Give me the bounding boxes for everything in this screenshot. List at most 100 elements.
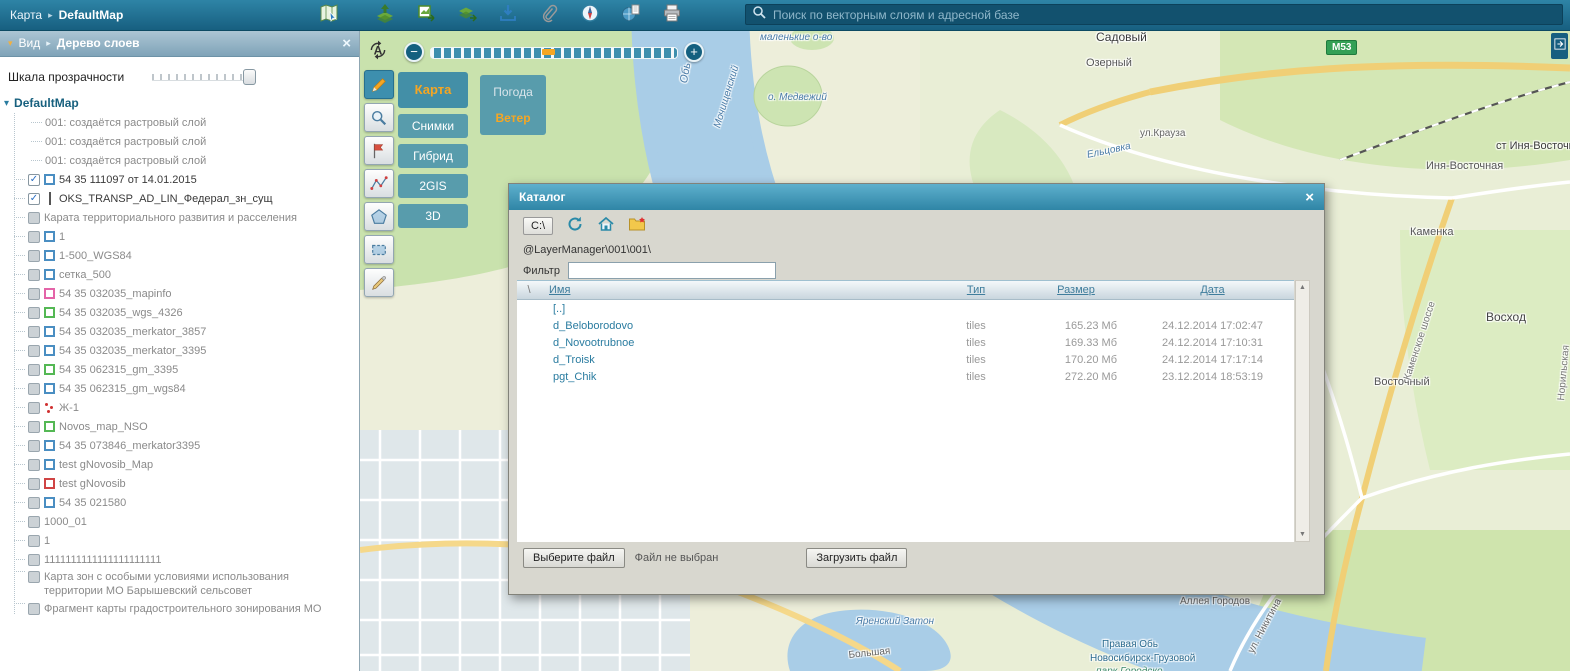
tree-item[interactable]: Карта зон с особыми условиями использова… bbox=[14, 569, 359, 601]
polygon-tool-button[interactable] bbox=[364, 202, 394, 231]
tree-item[interactable]: ✓54 35 111097 от 14.01.2015 bbox=[14, 170, 359, 189]
file-row[interactable]: pgt_Chiktiles272.20 Мб23.12.2014 18:53:1… bbox=[517, 368, 1294, 385]
layer-checkbox[interactable] bbox=[28, 497, 40, 509]
search-input[interactable] bbox=[771, 7, 1556, 23]
upload-file-button[interactable]: Загрузить файл bbox=[806, 548, 907, 568]
layer-checkbox[interactable] bbox=[28, 459, 40, 471]
layer-checkbox[interactable] bbox=[28, 535, 40, 547]
tree-item[interactable]: 001: создаётся растровый слой bbox=[14, 132, 359, 151]
layer-checkbox[interactable] bbox=[28, 478, 40, 490]
tree-item[interactable]: 54 35 062315_gm_wgs84 bbox=[14, 379, 359, 398]
panel-close-button[interactable]: × bbox=[342, 36, 351, 51]
layer-checkbox[interactable] bbox=[28, 571, 40, 583]
tree-item[interactable]: Фрагмент карты градостроительного зониро… bbox=[14, 601, 359, 624]
drive-c-button[interactable]: C:\ bbox=[523, 217, 553, 235]
layer-checkbox[interactable] bbox=[28, 440, 40, 452]
edit-tool-button[interactable] bbox=[364, 70, 394, 99]
slider-handle[interactable] bbox=[243, 69, 256, 85]
tree-item[interactable]: 54 35 062315_gm_3395 bbox=[14, 360, 359, 379]
tree-item[interactable]: Карата территориального развития и рассе… bbox=[14, 208, 359, 227]
transparency-slider[interactable] bbox=[152, 69, 256, 85]
tree-root[interactable]: ▾ DefaultMap bbox=[4, 93, 359, 113]
layer-checkbox[interactable] bbox=[28, 307, 40, 319]
column-date[interactable]: Дата bbox=[1131, 284, 1294, 296]
layer-checkbox[interactable] bbox=[28, 383, 40, 395]
tree-item[interactable]: 54 35 032035_merkator_3857 bbox=[14, 322, 359, 341]
layer-checkbox[interactable] bbox=[28, 250, 40, 262]
panel-toggle-button[interactable] bbox=[1551, 33, 1568, 59]
layer-checkbox[interactable] bbox=[28, 231, 40, 243]
column-name[interactable]: Имя bbox=[541, 284, 931, 296]
zoom-track[interactable] bbox=[430, 47, 678, 59]
overlay-pogoda-button[interactable]: Погода bbox=[480, 79, 546, 105]
layer-checkbox[interactable]: ✓ bbox=[28, 174, 40, 186]
basemap-2gis-button[interactable]: 2GIS bbox=[398, 174, 468, 198]
marker-tool-button[interactable] bbox=[364, 136, 394, 165]
tree-item[interactable]: 1000_01 bbox=[14, 512, 359, 531]
layer-checkbox[interactable] bbox=[28, 364, 40, 376]
layer-checkbox[interactable]: ✓ bbox=[28, 193, 40, 205]
basemap-3d-button[interactable]: 3D bbox=[398, 204, 468, 228]
print-button[interactable] bbox=[659, 2, 685, 28]
tree-item[interactable]: 54 35 032035_wgs_4326 bbox=[14, 303, 359, 322]
upload-layer-button[interactable] bbox=[372, 2, 398, 28]
zoom-box-tool-button[interactable] bbox=[364, 103, 394, 132]
tree-item[interactable]: 54 35 021580 bbox=[14, 493, 359, 512]
layer-checkbox[interactable] bbox=[28, 554, 40, 566]
refresh-button[interactable] bbox=[566, 217, 584, 235]
tree-item[interactable]: Ж-1 bbox=[14, 398, 359, 417]
tree-item[interactable]: 1 bbox=[14, 227, 359, 246]
layer-checkbox[interactable] bbox=[28, 288, 40, 300]
slider-track[interactable] bbox=[152, 74, 252, 81]
attach-button[interactable] bbox=[536, 2, 562, 28]
tree-item[interactable]: 54 35 073846_merkator3395 bbox=[14, 436, 359, 455]
layer-checkbox[interactable] bbox=[28, 269, 40, 281]
tree-item[interactable]: 1111111111111111111111 bbox=[14, 550, 359, 569]
draw-tool-button[interactable] bbox=[364, 268, 394, 297]
tree-item[interactable]: Novos_map_NSO bbox=[14, 417, 359, 436]
tree-item[interactable]: 001: создаётся растровый слой bbox=[14, 113, 359, 132]
layer-checkbox[interactable] bbox=[28, 345, 40, 357]
globe-doc-button[interactable] bbox=[618, 2, 644, 28]
compass-button[interactable] bbox=[577, 2, 603, 28]
export-image-button[interactable] bbox=[413, 2, 439, 28]
dialog-scrollbar[interactable]: ▲ ▼ bbox=[1295, 280, 1310, 542]
scroll-down-icon[interactable]: ▼ bbox=[1296, 528, 1309, 541]
new-folder-button[interactable] bbox=[628, 217, 646, 235]
dialog-header[interactable]: Каталог × bbox=[509, 184, 1324, 210]
layer-checkbox[interactable] bbox=[28, 326, 40, 338]
view-menu[interactable]: Вид bbox=[19, 36, 41, 50]
tree-item[interactable]: 54 35 032035_mapinfo bbox=[14, 284, 359, 303]
layer-checkbox[interactable] bbox=[28, 402, 40, 414]
tree-item[interactable]: 001: создаётся растровый слой bbox=[14, 151, 359, 170]
map-panel-button[interactable] bbox=[316, 3, 342, 27]
file-row[interactable]: [..] bbox=[517, 300, 1294, 317]
zoom-out-button[interactable]: − bbox=[404, 42, 424, 62]
zoom-level-marker[interactable] bbox=[542, 49, 555, 55]
layer-checkbox[interactable] bbox=[28, 212, 40, 224]
basemap-gibrid-button[interactable]: Гибрид bbox=[398, 144, 468, 168]
file-row[interactable]: d_Novootrubnoetiles169.33 Мб24.12.2014 1… bbox=[517, 334, 1294, 351]
zoom-in-button[interactable]: + bbox=[684, 42, 704, 62]
tree-item[interactable]: test gNovosib bbox=[14, 474, 359, 493]
layer-checkbox[interactable] bbox=[28, 603, 40, 615]
measure-tool-button[interactable] bbox=[364, 169, 394, 198]
basemap-snimki-button[interactable]: Снимки bbox=[398, 114, 468, 138]
layer-checkbox[interactable] bbox=[28, 421, 40, 433]
breadcrumb-current[interactable]: DefaultMap bbox=[59, 8, 124, 22]
tree-item[interactable]: ✓OKS_TRANSP_AD_LIN_Федерал_зн_сущ bbox=[14, 189, 359, 208]
overlay-veter-button[interactable]: Ветер bbox=[480, 105, 546, 131]
tree-item[interactable]: сетка_500 bbox=[14, 265, 359, 284]
choose-file-button[interactable]: Выберите файл bbox=[523, 548, 625, 568]
scroll-up-icon[interactable]: ▲ bbox=[1296, 281, 1309, 294]
layer-checkbox[interactable] bbox=[28, 516, 40, 528]
basemap-karta-button[interactable]: Карта bbox=[398, 72, 468, 108]
dialog-close-button[interactable]: × bbox=[1305, 190, 1314, 205]
home-button[interactable] bbox=[597, 217, 615, 235]
north-arrow-tool-button[interactable]: А bbox=[364, 36, 392, 63]
tree-item[interactable]: test gNovosib_Map bbox=[14, 455, 359, 474]
rectangle-tool-button[interactable] bbox=[364, 235, 394, 264]
column-size[interactable]: Размер bbox=[1021, 284, 1131, 296]
column-type[interactable]: Тип bbox=[931, 284, 1021, 296]
tree-item[interactable]: 1 bbox=[14, 531, 359, 550]
